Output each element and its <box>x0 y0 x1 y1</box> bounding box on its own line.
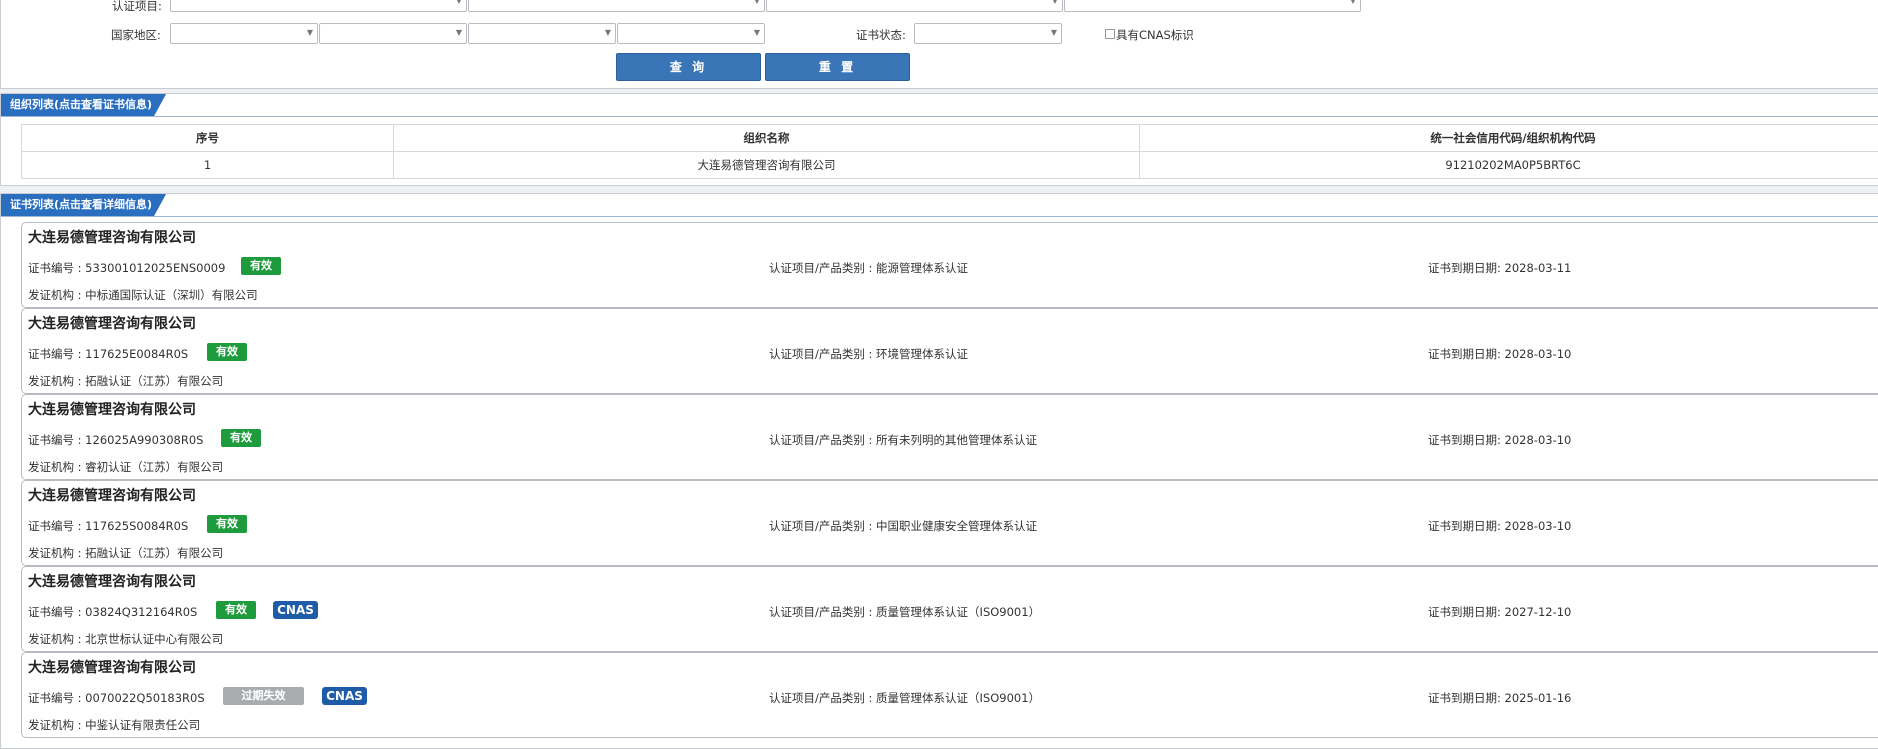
cert-issuer: 发证机构 : 北京世标认证中心有限公司 <box>28 632 224 646</box>
cell-index: 1 <box>21 151 394 179</box>
cert-project-select-4[interactable]: ▼ <box>1064 0 1361 12</box>
cert-issuer: 发证机构 : 中标通国际认证（深圳）有限公司 <box>28 288 258 302</box>
cert-number: 证书编号 : 117625E0084R0S <box>28 347 189 361</box>
chevron-down-icon: ▼ <box>455 28 462 37</box>
reset-button[interactable]: 重 置 <box>765 53 910 81</box>
chevron-down-icon: ▼ <box>1349 0 1356 5</box>
table-header-row: 序号 组织名称 统一社会信用代码/组织机构代码 <box>21 124 1878 152</box>
cert-number: 证书编号 : 533001012025ENS0009 <box>28 261 226 275</box>
cert-project-select-1[interactable]: ▼ <box>170 0 467 12</box>
country-select-3[interactable]: ▼ <box>468 23 616 44</box>
cnas-badge: CNAS <box>273 601 318 619</box>
cert-list-section: 证书列表(点击查看详细信息) 大连易德管理咨询有限公司 证书编号 : 53300… <box>0 193 1878 749</box>
cert-expiry: 证书到期日期: 2028-03-10 <box>1428 433 1572 447</box>
cert-number: 证书编号 : 03824Q312164R0S <box>28 605 198 619</box>
cnas-checkbox-label[interactable]: 具有CNAS标识 <box>1116 27 1194 43</box>
cert-card[interactable]: 大连易德管理咨询有限公司 证书编号 : 117625E0084R0S 有效 认证… <box>21 308 1878 394</box>
cert-expiry: 证书到期日期: 2028-03-10 <box>1428 519 1572 533</box>
cert-expiry: 证书到期日期: 2025-01-16 <box>1428 691 1572 705</box>
cert-issuer: 发证机构 : 睿初认证（江苏）有限公司 <box>28 460 224 474</box>
chevron-down-icon: ▼ <box>1050 28 1057 37</box>
col-header-index: 序号 <box>21 124 394 152</box>
cert-expiry: 证书到期日期: 2028-03-11 <box>1428 261 1572 275</box>
cert-card[interactable]: 大连易德管理咨询有限公司 证书编号 : 0070022Q50183R0S 过期失… <box>21 652 1878 738</box>
cert-number: 证书编号 : 126025A990308R0S <box>28 433 204 447</box>
country-select-4[interactable]: ▼ <box>617 23 765 44</box>
col-header-org-name: 组织名称 <box>393 124 1140 152</box>
cert-issuer: 发证机构 : 中鉴认证有限责任公司 <box>28 718 201 732</box>
cert-org-name: 大连易德管理咨询有限公司 <box>28 488 196 504</box>
cell-org-name[interactable]: 大连易德管理咨询有限公司 <box>393 151 1140 179</box>
cert-project-label: 认证项目: <box>112 0 162 13</box>
status-badge: 有效 <box>207 343 247 361</box>
cert-status-select[interactable]: ▼ <box>914 23 1062 44</box>
cert-project: 认证项目/产品类别 : 所有未列明的其他管理体系认证 <box>769 433 1038 447</box>
cert-list-tab: 证书列表(点击查看详细信息) <box>1 194 166 216</box>
search-panel: 认证项目: ▼ ▼ ▼ ▼ 国家地区: ▼ ▼ ▼ ▼ 证书状态: ▼ 具有CN… <box>0 0 1878 89</box>
cert-project-select-3[interactable]: ▼ <box>766 0 1063 12</box>
status-badge: 有效 <box>207 515 247 533</box>
status-badge: 过期失效 <box>223 687 304 705</box>
cell-credit-code: 91210202MA0P5BRT6C <box>1139 151 1878 179</box>
org-table: 序号 组织名称 统一社会信用代码/组织机构代码 1 大连易德管理咨询有限公司 9… <box>21 124 1878 179</box>
country-select-2[interactable]: ▼ <box>319 23 467 44</box>
cert-expiry: 证书到期日期: 2027-12-10 <box>1428 605 1572 619</box>
cert-project-select-2[interactable]: ▼ <box>468 0 765 12</box>
status-badge: 有效 <box>241 257 281 275</box>
cert-issuer: 发证机构 : 拓融认证（江苏）有限公司 <box>28 374 224 388</box>
cert-project: 认证项目/产品类别 : 质量管理体系认证（ISO9001） <box>769 605 1041 619</box>
table-row[interactable]: 1 大连易德管理咨询有限公司 91210202MA0P5BRT6C <box>21 151 1878 179</box>
cert-org-name: 大连易德管理咨询有限公司 <box>28 660 196 676</box>
org-list-section: 组织列表(点击查看证书信息) 序号 组织名称 统一社会信用代码/组织机构代码 1… <box>0 93 1878 186</box>
cnas-badge: CNAS <box>322 687 367 705</box>
cert-org-name: 大连易德管理咨询有限公司 <box>28 316 196 332</box>
status-badge: 有效 <box>216 601 256 619</box>
cert-project: 认证项目/产品类别 : 中国职业健康安全管理体系认证 <box>769 519 1038 533</box>
cnas-checkbox[interactable] <box>1105 29 1115 39</box>
cert-project: 认证项目/产品类别 : 环境管理体系认证 <box>769 347 969 361</box>
cert-org-name: 大连易德管理咨询有限公司 <box>28 574 196 590</box>
cert-number: 证书编号 : 0070022Q50183R0S <box>28 691 205 705</box>
chevron-down-icon: ▼ <box>1051 0 1058 5</box>
cert-project: 认证项目/产品类别 : 能源管理体系认证 <box>769 261 969 275</box>
chevron-down-icon: ▼ <box>455 0 462 5</box>
cert-card[interactable]: 大连易德管理咨询有限公司 证书编号 : 126025A990308R0S 有效 … <box>21 394 1878 480</box>
cert-card[interactable]: 大连易德管理咨询有限公司 证书编号 : 117625S0084R0S 有效 认证… <box>21 480 1878 566</box>
cert-org-name: 大连易德管理咨询有限公司 <box>28 402 196 418</box>
chevron-down-icon: ▼ <box>604 28 611 37</box>
cert-expiry: 证书到期日期: 2028-03-10 <box>1428 347 1572 361</box>
cert-org-name: 大连易德管理咨询有限公司 <box>28 230 196 246</box>
org-list-tab: 组织列表(点击查看证书信息) <box>1 94 166 116</box>
divider <box>1 116 1878 117</box>
chevron-down-icon: ▼ <box>753 28 760 37</box>
chevron-down-icon: ▼ <box>753 0 760 5</box>
country-select-1[interactable]: ▼ <box>170 23 318 44</box>
country-label: 国家地区: <box>111 28 161 42</box>
divider <box>1 216 1878 217</box>
cert-project: 认证项目/产品类别 : 质量管理体系认证（ISO9001） <box>769 691 1041 705</box>
status-badge: 有效 <box>221 429 261 447</box>
cert-card[interactable]: 大连易德管理咨询有限公司 证书编号 : 03824Q312164R0S 有效 C… <box>21 566 1878 652</box>
cert-card[interactable]: 大连易德管理咨询有限公司 证书编号 : 533001012025ENS0009 … <box>21 222 1878 308</box>
chevron-down-icon: ▼ <box>306 28 313 37</box>
col-header-credit-code: 统一社会信用代码/组织机构代码 <box>1139 124 1878 152</box>
cert-issuer: 发证机构 : 拓融认证（江苏）有限公司 <box>28 546 224 560</box>
cert-status-label: 证书状态: <box>856 28 906 42</box>
query-button[interactable]: 查 询 <box>616 53 761 81</box>
cert-number: 证书编号 : 117625S0084R0S <box>28 519 189 533</box>
